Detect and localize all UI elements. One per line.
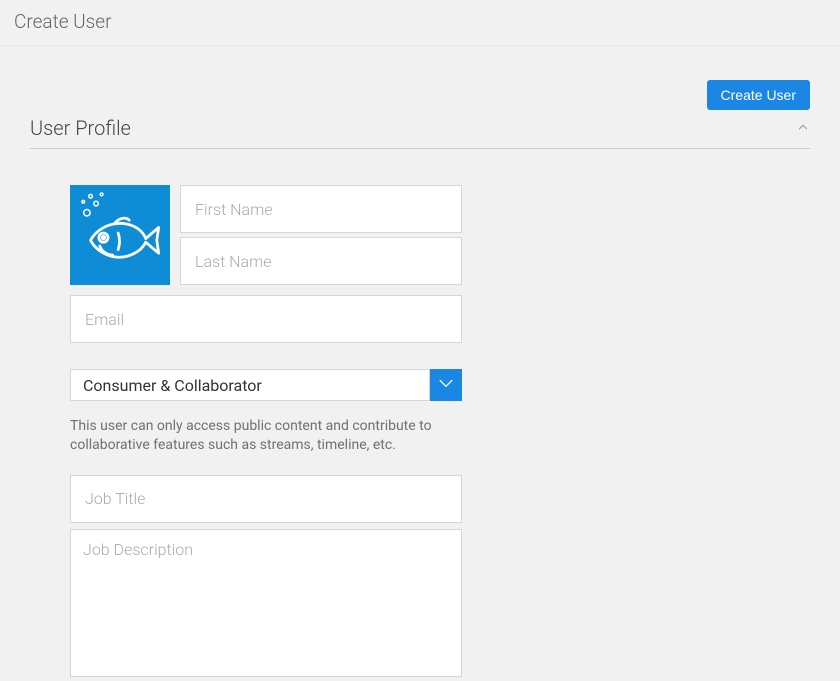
role-select-value[interactable]: Consumer & Collaborator [70,369,430,401]
page-title: Create User [14,10,826,33]
email-row [70,295,810,343]
role-select-toggle[interactable] [430,369,462,401]
content-area: Create User User Profile [0,46,840,681]
email-input[interactable] [70,295,462,343]
page-header: Create User [0,0,840,46]
job-description-input[interactable] [70,529,462,677]
avatar[interactable] [70,185,170,285]
first-name-input[interactable] [180,185,462,233]
section-header: User Profile [30,116,810,149]
action-row: Create User [30,80,810,116]
create-user-button[interactable]: Create User [707,80,810,110]
avatar-name-row [70,185,810,285]
section-title: User Profile [30,116,131,140]
chevron-up-icon[interactable] [796,119,810,138]
chevron-down-icon [436,373,456,397]
job-title-row [70,475,810,523]
job-title-input[interactable] [70,475,462,523]
role-help-text: This user can only access public content… [70,417,450,455]
fish-icon [74,187,166,283]
last-name-input[interactable] [180,237,462,285]
form-area: Consumer & Collaborator This user can on… [30,149,810,681]
name-fields [180,185,462,285]
role-select[interactable]: Consumer & Collaborator [70,369,462,401]
